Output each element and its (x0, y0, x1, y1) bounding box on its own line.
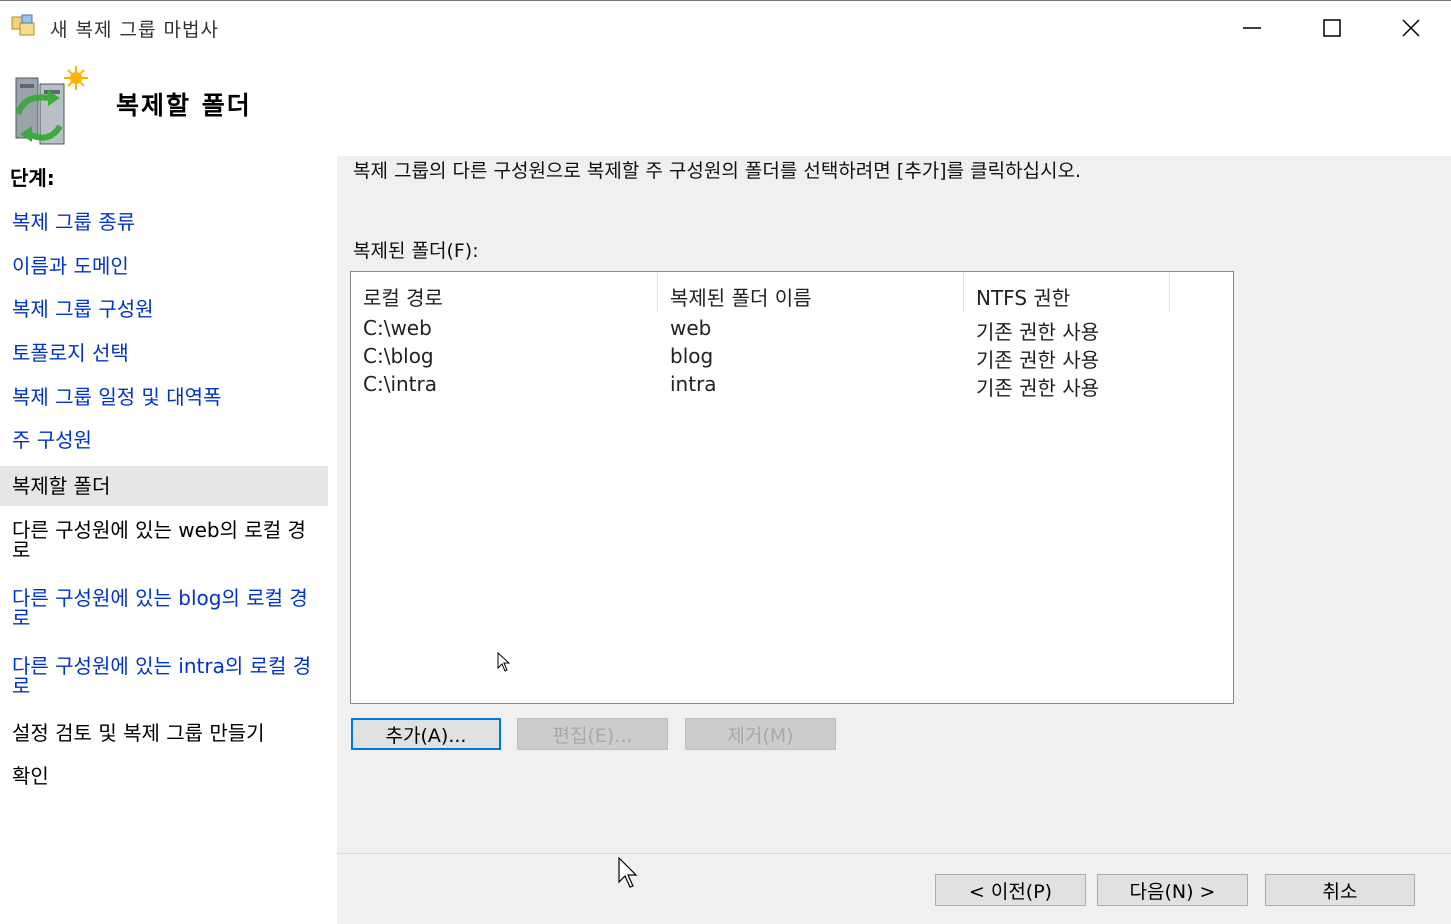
maximize-button[interactable] (1292, 1, 1372, 55)
window-title: 새 복제 그룹 마법사 (50, 19, 219, 41)
mouse-pointer-icon (618, 856, 640, 893)
minimize-button[interactable] (1212, 1, 1292, 55)
step-replication-group-type[interactable]: 복제 그룹 종류 (0, 212, 328, 232)
back-button[interactable]: < 이전(P) (935, 874, 1086, 906)
cell-ntfs-permission: 기존 권한 사용 (976, 376, 1100, 400)
mouse-pointer-icon (497, 651, 511, 676)
table-row[interactable]: C:\blog blog 기존 권한 사용 (351, 344, 1233, 372)
column-ntfs-permissions[interactable]: NTFS 권한 (964, 272, 1170, 312)
close-button[interactable] (1371, 1, 1451, 55)
maximize-icon (1323, 19, 1341, 37)
add-button[interactable]: 추가(A)... (351, 718, 501, 750)
content-pane: 복제 그룹의 다른 구성원으로 복제할 주 구성원의 폴더를 선택하려면 [추가… (337, 156, 1451, 924)
step-name-and-domain[interactable]: 이름과 도메인 (0, 256, 328, 276)
minimize-icon (1243, 27, 1261, 29)
edit-button[interactable]: 편집(E)... (517, 718, 668, 750)
cell-ntfs-permission: 기존 권한 사용 (976, 348, 1100, 372)
cell-ntfs-permission: 기존 권한 사용 (976, 320, 1100, 344)
step-group-members[interactable]: 복제 그룹 구성원 (0, 299, 328, 319)
cell-folder-name: intra (670, 372, 717, 396)
column-local-path[interactable]: 로컬 경로 (351, 272, 658, 312)
list-header: 로컬 경로 복제된 폴더 이름 NTFS 권한 (351, 272, 1233, 312)
column-replicated-folder-name[interactable]: 복제된 폴더 이름 (658, 272, 964, 312)
page-title: 복제할 폴더 (116, 91, 252, 120)
cell-folder-name: blog (670, 344, 714, 368)
replicated-folders-label: 복제된 폴더(F): (353, 240, 479, 262)
step-confirmation[interactable]: 확인 (0, 766, 328, 786)
step-local-path-web[interactable]: 다른 구성원에 있는 web의 로컬 경로 (0, 520, 320, 560)
cell-local-path: C:\intra (363, 372, 437, 396)
replicated-folders-list[interactable]: 로컬 경로 복제된 폴더 이름 NTFS 권한 C:\web web 기존 권한… (350, 271, 1234, 704)
instruction-text: 복제 그룹의 다른 구성원으로 복제할 주 구성원의 폴더를 선택하려면 [추가… (353, 160, 1082, 182)
table-row[interactable]: C:\intra intra 기존 권한 사용 (351, 372, 1233, 400)
step-review-and-create[interactable]: 설정 검토 및 복제 그룹 만들기 (0, 723, 328, 743)
step-topology[interactable]: 토폴로지 선택 (0, 343, 328, 363)
cancel-button[interactable]: 취소 (1265, 874, 1415, 906)
remove-button[interactable]: 제거(M) (685, 718, 836, 750)
cell-local-path: C:\blog (363, 344, 434, 368)
wizard-footer: < 이전(P) 다음(N) > 취소 (337, 853, 1451, 924)
replication-servers-icon (10, 64, 96, 150)
step-local-path-intra[interactable]: 다른 구성원에 있는 intra의 로컬 경로 (0, 656, 320, 696)
step-primary-member[interactable]: 주 구성원 (0, 430, 328, 450)
step-schedule-bandwidth[interactable]: 복제 그룹 일정 및 대역폭 (0, 387, 328, 407)
cell-folder-name: web (670, 316, 712, 340)
steps-pane: 단계: 복제 그룹 종류 이름과 도메인 복제 그룹 구성원 토폴로지 선택 복… (0, 156, 333, 923)
wizard-header: 복제할 폴더 (0, 54, 1451, 156)
table-row[interactable]: C:\web web 기존 권한 사용 (351, 316, 1233, 344)
wizard-app-icon (10, 11, 40, 41)
title-bar: 새 복제 그룹 마법사 (0, 0, 1451, 54)
next-button[interactable]: 다음(N) > (1097, 874, 1248, 906)
close-icon (1402, 19, 1420, 37)
step-local-path-blog[interactable]: 다른 구성원에 있는 blog의 로컬 경로 (0, 588, 320, 628)
cell-local-path: C:\web (363, 316, 432, 340)
step-folders-to-replicate: 복제할 폴더 (0, 466, 328, 506)
steps-heading: 단계: (10, 166, 55, 190)
